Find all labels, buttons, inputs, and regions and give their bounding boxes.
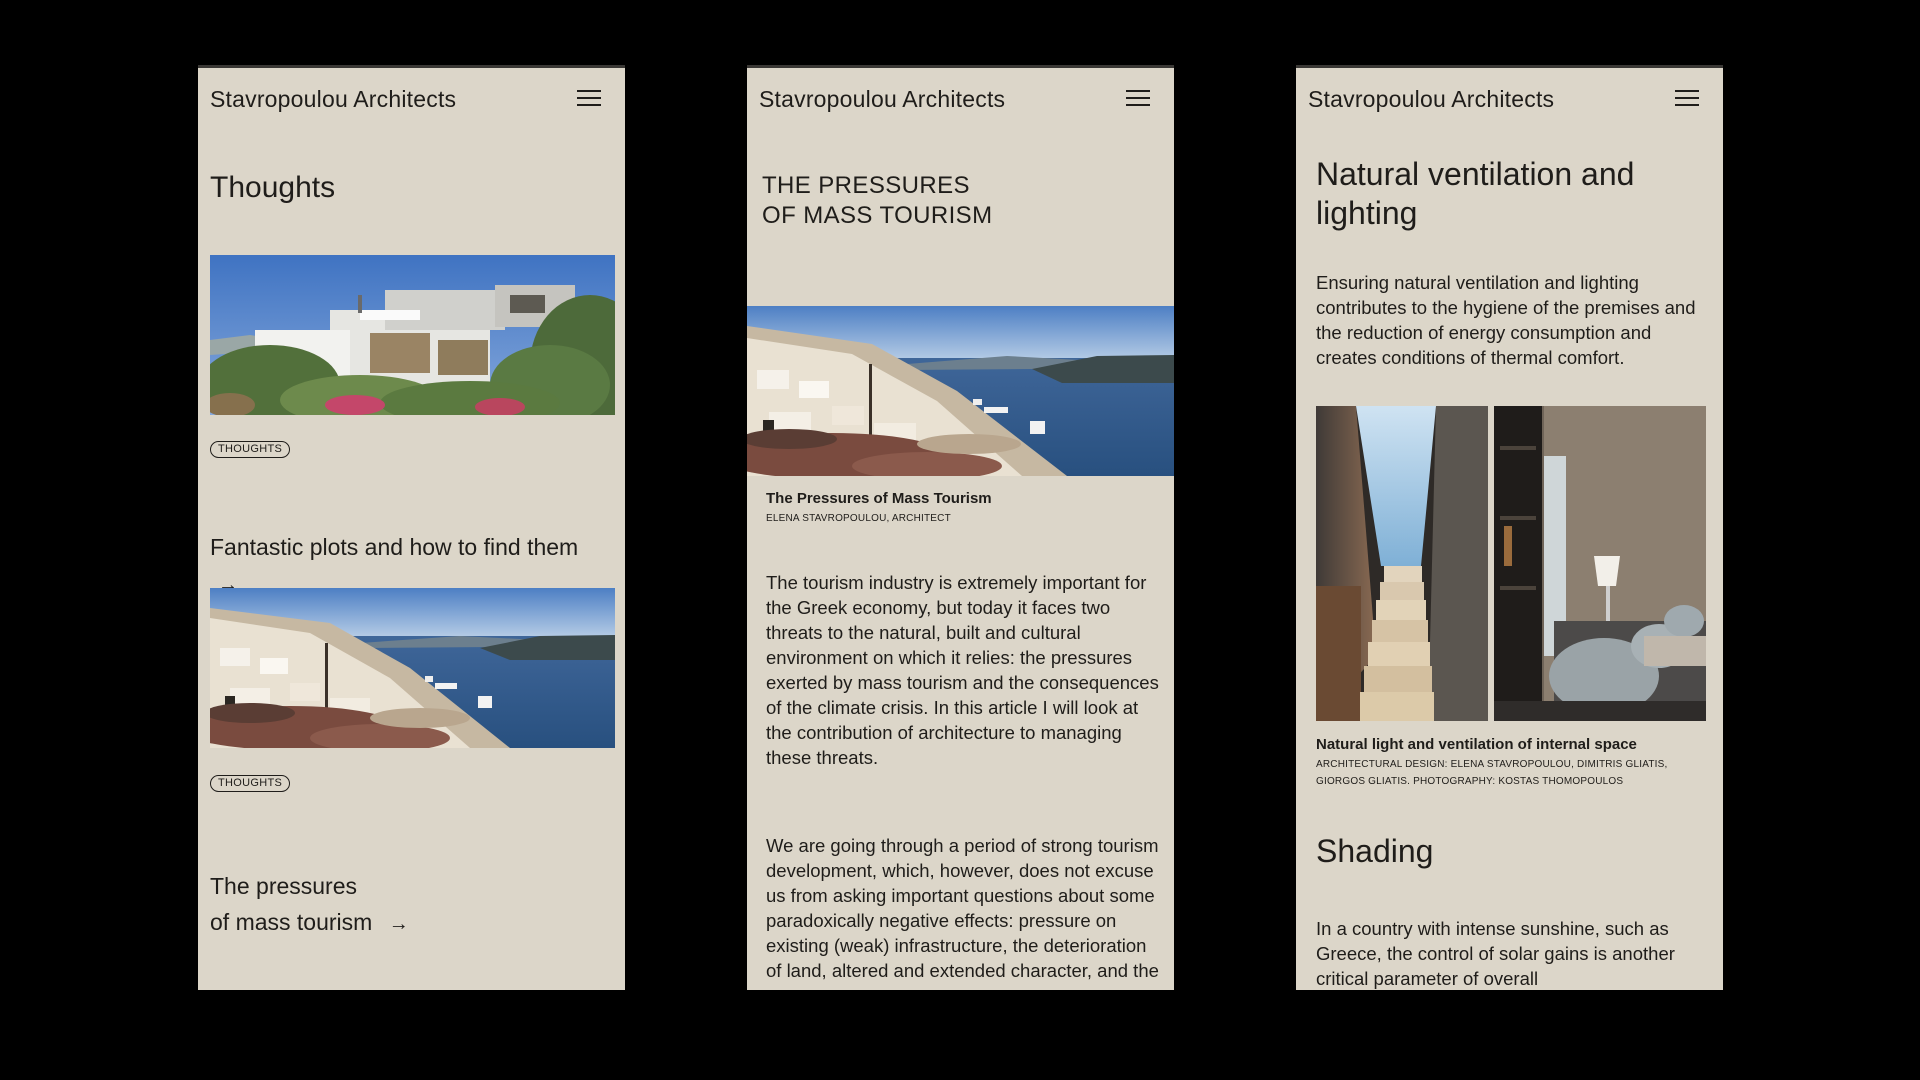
intro-paragraph: Ensuring natural ventilation and lightin… [1316,272,1696,368]
screen-article: Stavropoulou Architects THE PRESSURES OF… [747,65,1174,990]
image-caption-credit: ARCHITECTURAL DESIGN: ELENA STAVROPOULOU… [1316,759,1668,787]
image-caption-title: Natural light and ventilation of interna… [1316,736,1637,753]
header: Stavropoulou Architects [747,68,1174,120]
subheading: Shading [1316,833,1434,869]
screen-ventilation: Stavropoulou Architects Natural ventilat… [1296,65,1723,990]
article-paragraph: The tourism industry is extremely import… [766,572,1159,768]
category-tag[interactable]: THOUGHTS [210,441,291,458]
article-title-line-1: THE PRESSURES [762,172,970,199]
hamburger-menu-icon[interactable] [1126,88,1150,108]
body-paragraph: In a country with intense sunshine, such… [1316,918,1675,989]
image-caption-title: The Pressures of Mass Tourism [766,490,992,507]
article-title: THE PRESSURES OF MASS TOURISM [762,171,1112,231]
arrow-right-icon: → [388,913,409,935]
hamburger-menu-icon[interactable] [1675,88,1699,108]
brand-logo-link[interactable]: Stavropoulou Architects [210,86,456,113]
card-title-line-2: of mass tourism [210,909,373,935]
interior-image-stairs [1316,406,1488,721]
header: Stavropoulou Architects [1296,68,1723,120]
card-title-link[interactable]: The pressures of mass tourism → [210,868,620,942]
article-hero-image [747,306,1174,476]
card-title-text: Fantastic plots and how to find them [210,534,579,560]
page-title: Thoughts [210,171,336,204]
article-paragraph: We are going through a period of strong … [766,835,1159,981]
hamburger-menu-icon[interactable] [577,88,601,108]
image-caption-credit: ELENA STAVROPOULOU, ARCHITECT [766,513,951,524]
interior-image-living [1494,406,1706,721]
card-title-line-1: The pressures [210,873,358,899]
card-image-santorini[interactable] [210,588,615,748]
article-title-line-2: OF MASS TOURISM [762,202,993,229]
section-title: Natural ventilation and lighting [1316,156,1635,231]
category-tag[interactable]: THOUGHTS [210,775,291,792]
brand-logo-link[interactable]: Stavropoulou Architects [1308,86,1554,113]
brand-logo-link[interactable]: Stavropoulou Architects [759,86,1005,113]
header: Stavropoulou Architects [198,68,625,120]
screen-thoughts: Stavropoulou Architects Thoughts THOUGHT… [198,65,625,990]
card-image-house[interactable] [210,255,615,415]
